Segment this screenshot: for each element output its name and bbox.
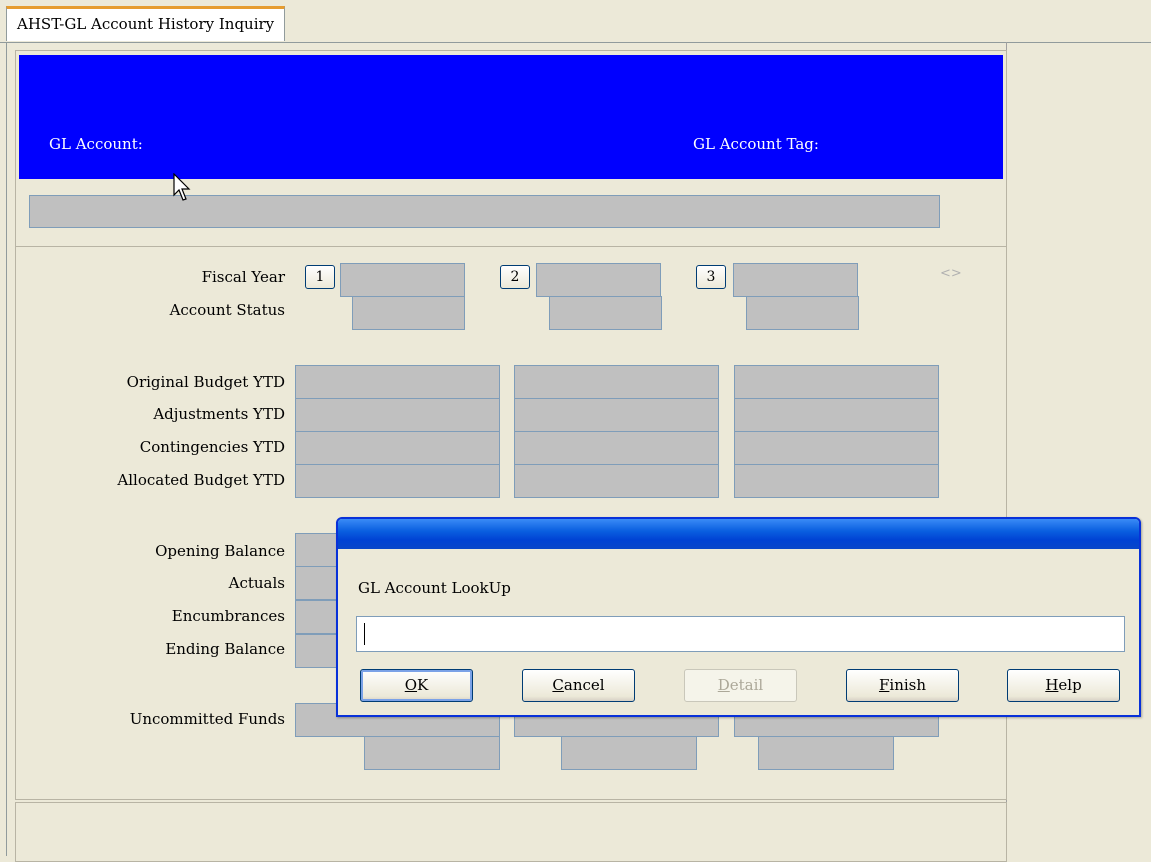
actuals-label: Actuals: [228, 574, 285, 592]
year-button-3[interactable]: 3: [696, 265, 726, 289]
year-button-1[interactable]: 1: [305, 265, 335, 289]
year-button-2[interactable]: 2: [500, 265, 530, 289]
allocated-budget-field-3[interactable]: [734, 464, 939, 498]
encumbrances-label: Encumbrances: [171, 607, 285, 625]
uncommitted-funds-sub-3[interactable]: [758, 736, 894, 770]
contingencies-label: Contingencies YTD: [139, 438, 285, 456]
separator: [15, 246, 1007, 247]
mouse-pointer-icon: [173, 173, 191, 201]
gl-account-tag-label: GL Account Tag:: [693, 135, 819, 153]
text-caret: [364, 623, 365, 645]
gl-account-label: GL Account:: [49, 135, 143, 153]
finish-button[interactable]: Finish: [846, 669, 959, 702]
original-budget-label: Original Budget YTD: [126, 373, 285, 391]
adjustments-field-1[interactable]: [295, 398, 500, 432]
allocated-budget-field-1[interactable]: [295, 464, 500, 498]
lookup-input[interactable]: [356, 616, 1125, 652]
contingencies-field-3[interactable]: [734, 431, 939, 465]
account-status-field-1[interactable]: [352, 296, 465, 330]
contingencies-field-2[interactable]: [514, 431, 719, 465]
account-status-label: Account Status: [169, 301, 285, 319]
left-border: [6, 42, 7, 856]
gl-account-lookup-dialog: GL Account LookUp OK Cancel Detail Finis…: [336, 517, 1141, 717]
help-button[interactable]: Help: [1007, 669, 1120, 702]
account-status-field-3[interactable]: [746, 296, 859, 330]
account-header: GL Account: GL Account Tag:: [19, 55, 1003, 179]
dialog-title-bar[interactable]: [338, 519, 1139, 549]
adjustments-field-2[interactable]: [514, 398, 719, 432]
ending-balance-label: Ending Balance: [165, 640, 285, 658]
adjustments-field-3[interactable]: [734, 398, 939, 432]
uncommitted-funds-sub-2[interactable]: [561, 736, 697, 770]
bottom-panel: [15, 802, 1007, 862]
opening-balance-label: Opening Balance: [155, 542, 285, 560]
uncommitted-funds-sub-1[interactable]: [364, 736, 500, 770]
cancel-button[interactable]: Cancel: [522, 669, 635, 702]
account-status-field-2[interactable]: [549, 296, 662, 330]
contingencies-field-1[interactable]: [295, 431, 500, 465]
allocated-budget-label: Allocated Budget YTD: [117, 471, 285, 489]
adjustments-label: Adjustments YTD: [153, 405, 285, 423]
fiscal-year-field-3[interactable]: [733, 263, 858, 297]
uncommitted-funds-label: Uncommitted Funds: [129, 710, 285, 728]
fiscal-year-field-1[interactable]: [340, 263, 465, 297]
scroll-arrows-icon[interactable]: <>: [940, 266, 974, 288]
ok-button[interactable]: OK: [360, 669, 473, 702]
detail-button[interactable]: Detail: [684, 669, 797, 702]
fiscal-year-label: Fiscal Year: [201, 268, 285, 286]
fiscal-year-field-2[interactable]: [536, 263, 661, 297]
allocated-budget-field-2[interactable]: [514, 464, 719, 498]
tab-account-history[interactable]: AHST-GL Account History Inquiry: [6, 6, 286, 41]
original-budget-field-3[interactable]: [734, 365, 939, 399]
lookup-label: GL Account LookUp: [358, 579, 511, 597]
original-budget-field-1[interactable]: [295, 365, 500, 399]
account-description-field[interactable]: [29, 195, 940, 228]
original-budget-field-2[interactable]: [514, 365, 719, 399]
